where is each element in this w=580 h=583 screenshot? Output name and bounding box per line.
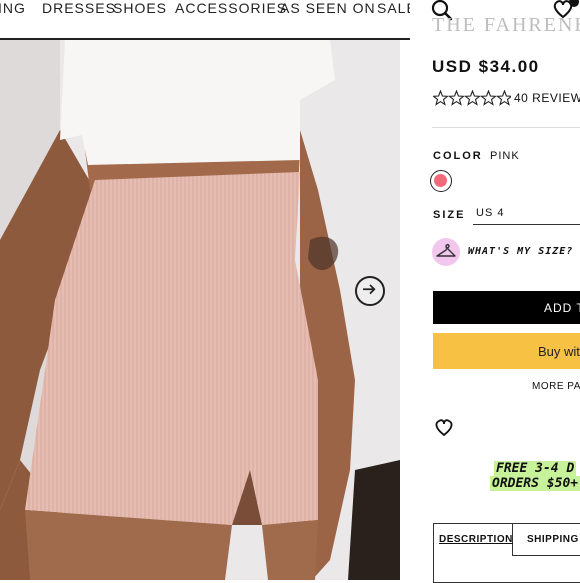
whats-my-size-link[interactable]: WHAT'S MY SIZE? (468, 246, 573, 257)
color-value: PINK (490, 150, 520, 162)
tab-description[interactable]: DESCRIPTION (434, 524, 513, 556)
nav-item-clothing[interactable]: ING (0, 0, 26, 16)
nav-item-dresses[interactable]: DRESSES (42, 0, 116, 16)
nav-item-as-seen-on[interactable]: AS SEEN ON (280, 0, 376, 16)
tab-underline (512, 555, 580, 556)
product-price: USD $34.00 (432, 57, 540, 76)
color-label: COLOR (433, 150, 483, 162)
tab-shipping-label: SHIPPING (527, 534, 579, 545)
top-nav: ING DRESSES SHOES ACCESSORIES AS SEEN ON… (0, 0, 410, 40)
tab-shipping[interactable]: SHIPPING (513, 524, 580, 556)
wishlist-heart-icon[interactable] (433, 418, 455, 438)
rating-stars-icon[interactable] (433, 90, 511, 108)
free-shipping-line2: ORDERS $50+ - (490, 476, 580, 491)
add-to-bag-label: ADD TO (544, 301, 580, 315)
next-image-arrow-icon[interactable] (355, 276, 385, 306)
nav-item-shoes[interactable]: SHOES (113, 0, 167, 16)
size-select[interactable]: US 4 (473, 206, 580, 225)
more-payment-options-link[interactable]: MORE PAYM (532, 381, 580, 392)
buy-with-label: Buy wit (538, 344, 580, 359)
product-image[interactable] (0, 40, 400, 580)
size-label: SIZE (433, 209, 466, 221)
color-swatch-pink[interactable] (430, 170, 452, 192)
reviews-link[interactable]: 40 REVIEWS (514, 91, 580, 105)
swatch-fill (434, 174, 447, 187)
nav-item-sale[interactable]: SALE (377, 0, 410, 16)
free-shipping-banner: FREE 3-4 D ORDERS $50+ - (490, 461, 580, 491)
tab-description-label: DESCRIPTION (439, 534, 513, 545)
free-shipping-line1: FREE 3-4 D (494, 461, 577, 476)
nav-item-accessories[interactable]: ACCESSORIES (175, 0, 287, 16)
add-to-bag-button[interactable]: ADD TO (433, 291, 580, 324)
size-value: US 4 (476, 207, 505, 219)
info-tabs: DESCRIPTION SHIPPING (433, 523, 580, 583)
divider (432, 127, 580, 128)
hanger-icon[interactable] (432, 238, 460, 266)
buy-with-button[interactable]: Buy wit (433, 333, 580, 369)
brand-title: THE FAHRENH (432, 14, 580, 36)
